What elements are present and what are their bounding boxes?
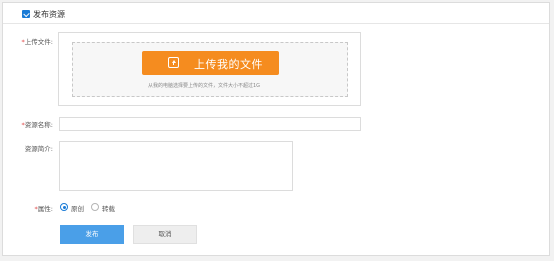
resource-name-label: *资源名称: bbox=[13, 119, 53, 129]
resource-intro-label: 资源简介: bbox=[24, 145, 53, 153]
attribute-label-text: 属性: bbox=[37, 205, 53, 213]
upload-icon bbox=[168, 57, 179, 68]
upload-hint: 从我的电脑选择要上传的文件，文件大小不超过1G bbox=[148, 83, 261, 89]
publish-button[interactable]: 发布 bbox=[60, 225, 124, 244]
attribute-label: *属性: bbox=[13, 203, 53, 213]
upload-label-text: 上传文件: bbox=[24, 38, 53, 46]
checkbox-icon bbox=[22, 10, 30, 18]
cancel-button[interactable]: 取消 bbox=[133, 225, 197, 244]
page-title: 发布资源 bbox=[33, 10, 65, 19]
upload-file-button[interactable]: 上传我的文件 bbox=[142, 51, 279, 75]
radio-original[interactable] bbox=[60, 203, 68, 211]
upload-label: *上传文件: bbox=[13, 36, 53, 46]
radio-repost[interactable] bbox=[91, 203, 99, 211]
resource-name-input[interactable] bbox=[59, 117, 361, 131]
panel-header: 发布资源 bbox=[3, 3, 549, 24]
upload-button-label: 上传我的文件 bbox=[194, 58, 263, 71]
radio-repost-label[interactable]: 转载 bbox=[102, 203, 115, 213]
resource-name-label-text: 资源名称: bbox=[24, 121, 53, 129]
radio-original-label[interactable]: 原创 bbox=[71, 203, 84, 213]
resource-intro-textarea[interactable] bbox=[59, 141, 293, 191]
